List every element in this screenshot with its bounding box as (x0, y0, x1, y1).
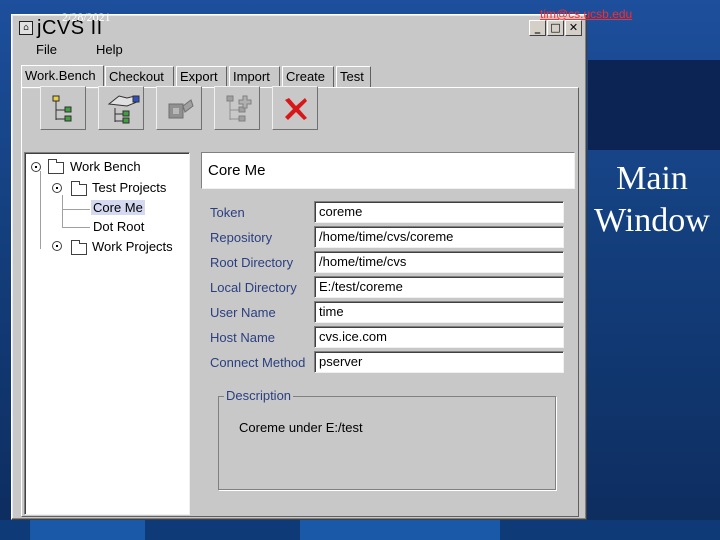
menu-help[interactable]: Help (96, 42, 123, 57)
add-folder-button[interactable] (214, 86, 260, 130)
tree-line (40, 171, 41, 249)
tree-item-work-projects[interactable]: Work Projects (92, 239, 173, 254)
host-name-label: Host Name (210, 330, 276, 345)
close-button[interactable]: ✕ (565, 20, 582, 36)
token-field[interactable]: coreme (314, 201, 564, 223)
tree-item-dot-root[interactable]: Dot Root (93, 219, 144, 234)
slide-dark-block (588, 60, 720, 150)
strip-block (30, 520, 145, 540)
tree-item-test-projects[interactable]: Test Projects (92, 180, 166, 195)
workbench-tree[interactable]: Work Bench Test Projects Core Me Dot Roo… (24, 152, 190, 515)
slide-date: 2/28/2021 (62, 10, 111, 24)
connect-method-field[interactable]: pserver (314, 351, 564, 373)
delete-button[interactable] (272, 86, 318, 130)
slide-title: Main Window (594, 160, 710, 239)
root-directory-field[interactable]: /home/time/cvs (314, 251, 564, 273)
repository-label: Repository (210, 230, 273, 245)
description-text[interactable]: Coreme under E:/test (239, 420, 363, 435)
expand-toggle-icon[interactable] (52, 241, 62, 251)
connect-button[interactable] (156, 86, 202, 130)
local-directory-field[interactable]: E:/test/coreme (314, 276, 564, 298)
slide-bottom-strip (0, 520, 720, 540)
token-label: Token (210, 205, 245, 220)
folder-icon (48, 159, 64, 174)
expand-toggle-icon[interactable] (52, 183, 62, 193)
menu-file[interactable]: File (36, 42, 57, 57)
detail-header: Core Me (201, 152, 575, 189)
maximize-button[interactable]: □ (547, 20, 564, 36)
strip-block (300, 520, 500, 540)
tree-line (62, 227, 90, 228)
menu-bar: File Help (15, 40, 583, 60)
tree-item-core-me[interactable]: Core Me (91, 200, 145, 215)
add-to-workbench-icon (107, 95, 140, 124)
open-project-button[interactable] (40, 86, 86, 130)
tab-strip: Work.Bench Checkout Export Import Create… (21, 65, 581, 89)
tree-line (62, 195, 63, 227)
connect-method-label: Connect Method (210, 355, 306, 370)
tab-create[interactable]: Create (282, 66, 334, 88)
host-name-field[interactable]: cvs.ice.com (314, 326, 564, 348)
folder-icon (71, 240, 87, 255)
user-name-field[interactable]: time (314, 301, 564, 323)
app-icon: ⌂ (19, 21, 33, 35)
add-folder-icon (226, 95, 252, 122)
repository-field[interactable]: /home/time/cvs/coreme (314, 226, 564, 248)
tab-import[interactable]: Import (229, 66, 280, 88)
project-name: Core Me (208, 162, 266, 179)
description-group (218, 396, 556, 490)
tree-item-work-bench[interactable]: Work Bench (70, 159, 141, 174)
expand-toggle-icon[interactable] (31, 162, 41, 172)
tab-export[interactable]: Export (176, 66, 227, 88)
connect-icon (168, 99, 194, 119)
open-project-icon (52, 95, 72, 122)
tab-checkout[interactable]: Checkout (105, 66, 174, 88)
delete-icon (285, 98, 307, 120)
minimize-button[interactable]: _ (529, 20, 546, 36)
root-directory-label: Root Directory (210, 255, 294, 270)
description-label: Description (224, 388, 294, 403)
add-to-workbench-button[interactable] (98, 86, 144, 130)
tree-line (62, 209, 90, 210)
tab-test[interactable]: Test (336, 66, 371, 88)
folder-icon (71, 181, 87, 196)
local-directory-label: Local Directory (210, 280, 297, 295)
user-name-label: User Name (210, 305, 276, 320)
author-email-link[interactable]: tim@cs.ucsb.edu (540, 7, 632, 21)
